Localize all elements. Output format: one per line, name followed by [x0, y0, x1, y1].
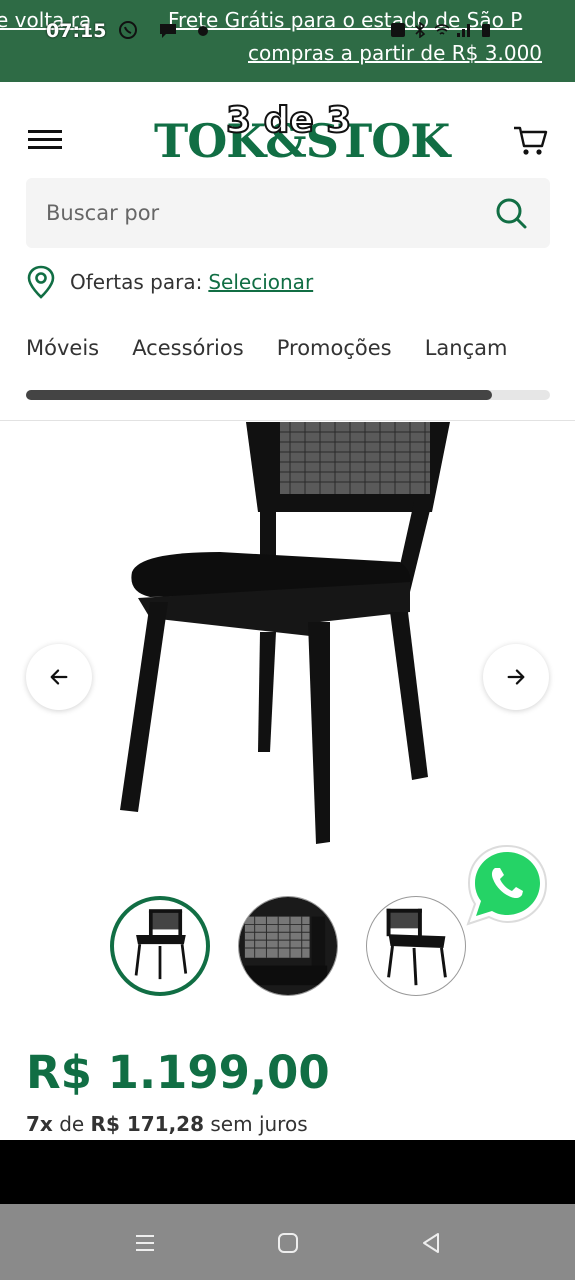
nav-item-lancamentos[interactable]: Lançam [425, 336, 508, 360]
location-pin-icon [26, 265, 56, 299]
installments-count: 7x [26, 1112, 53, 1136]
cart-icon[interactable] [512, 122, 548, 158]
status-system-icons [390, 21, 494, 39]
status-time: 07:15 [46, 20, 107, 42]
nav-item-moveis[interactable]: Móveis [26, 336, 99, 360]
bottom-black-bar [0, 1140, 575, 1204]
arrow-left-icon [50, 669, 68, 685]
notification-dot-icon [198, 26, 208, 36]
offers-location: Ofertas para: Selecionar [26, 262, 313, 302]
select-location-link[interactable]: Selecionar [208, 270, 313, 294]
whatsapp-status-icon [118, 20, 138, 40]
nfc-icon [390, 22, 406, 38]
status-notification-icons [118, 20, 208, 40]
search-bar [26, 178, 550, 248]
battery-icon [478, 22, 494, 38]
promo-min-purchase-text[interactable]: compras a partir de R$ 3.000 [248, 41, 542, 65]
message-status-icon [158, 20, 178, 40]
product-price: R$ 1.199,00 [26, 1046, 330, 1099]
android-menu-icon[interactable] [132, 1230, 158, 1256]
offers-label: Ofertas para: [70, 270, 203, 294]
thumbnail-3[interactable] [366, 896, 466, 996]
header-divider [0, 420, 575, 421]
promo-banner[interactable]: e volta ra Frete Grátis para o estado de… [0, 0, 575, 82]
installments-suffix: sem juros [210, 1112, 308, 1136]
product-image-chair[interactable] [110, 422, 470, 852]
image-counter: 3 de 3 [225, 99, 352, 142]
whatsapp-button[interactable] [462, 842, 552, 928]
installments-mid: de [59, 1112, 85, 1136]
installments-info: 7x de R$ 171,28 sem juros [26, 1112, 308, 1136]
signal-icon [456, 22, 472, 38]
installments-value: R$ 171,28 [90, 1112, 205, 1136]
next-image-button[interactable] [483, 644, 549, 710]
previous-image-button[interactable] [26, 644, 92, 710]
category-nav-scrollbar[interactable] [26, 390, 550, 400]
category-nav: Móveis Acessórios Promoções Lançam [26, 336, 550, 368]
menu-icon[interactable] [28, 130, 62, 154]
wifi-icon [434, 22, 450, 38]
nav-item-promocoes[interactable]: Promoções [277, 336, 392, 360]
thumbnail-1[interactable] [110, 896, 210, 996]
thumbnail-2[interactable] [238, 896, 338, 996]
android-home-icon[interactable] [275, 1230, 301, 1256]
android-navigation-bar [0, 1204, 575, 1280]
arrow-right-icon [507, 669, 525, 685]
search-input[interactable] [46, 196, 466, 230]
bluetooth-icon [412, 21, 428, 39]
nav-item-acessorios[interactable]: Acessórios [132, 336, 243, 360]
search-icon[interactable] [494, 196, 528, 230]
category-nav-scroll-thumb[interactable] [26, 390, 493, 400]
android-back-icon[interactable] [418, 1230, 444, 1256]
whatsapp-icon [466, 844, 548, 926]
site-header: TOK&STOK 3 de 3 [0, 82, 575, 178]
